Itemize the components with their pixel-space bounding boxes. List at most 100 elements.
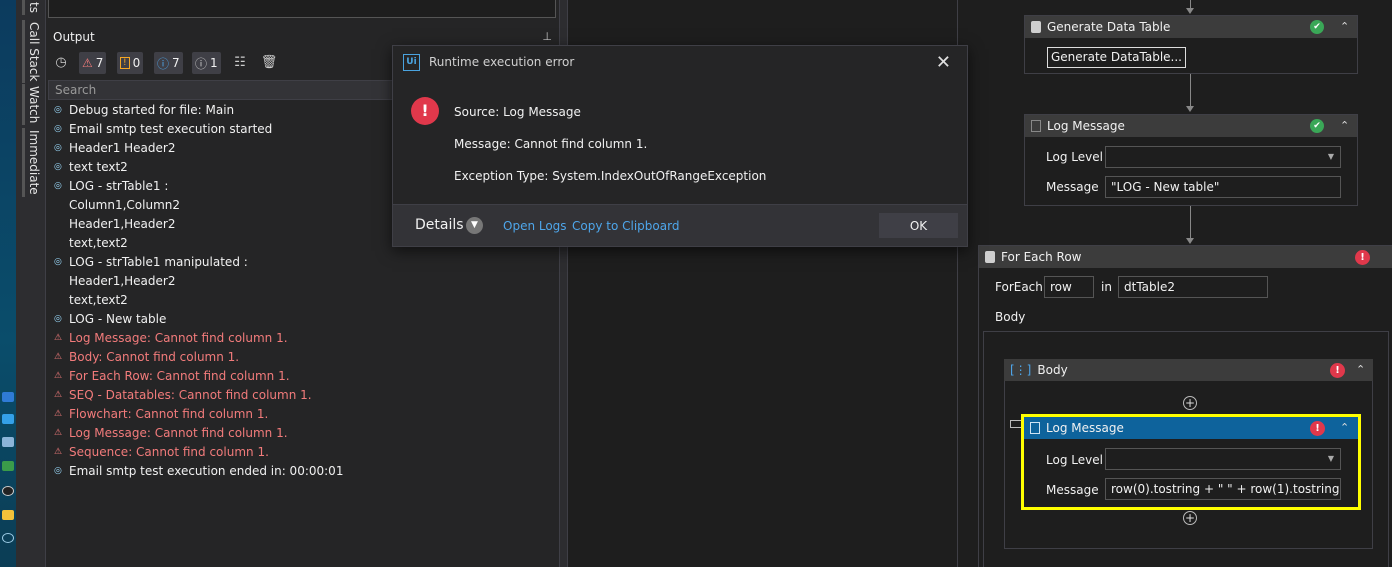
log-line[interactable]: ⚠ For Each Row: Cannot find column 1. <box>46 367 560 386</box>
log-text: Body: Cannot find column 1. <box>69 350 240 364</box>
copy-to-clipboard-link[interactable]: Copy to Clipboard <box>572 219 679 233</box>
log-message-activity[interactable]: Log Message ✔ ⌃ Log Level ▼ Message "LOG… <box>1024 114 1358 206</box>
message-label: Message <box>1046 483 1099 497</box>
dialog-footer: Details ▼ Open Logs Copy to Clipboard OK <box>393 204 967 246</box>
log-text: Debug started for file: Main <box>69 103 235 117</box>
log-line[interactable]: ⚠ Flowchart: Cannot find column 1. <box>46 405 560 424</box>
wifi-icon <box>2 533 14 543</box>
ok-button[interactable]: OK <box>879 213 958 238</box>
tab-immediate[interactable]: Immediate <box>22 128 41 197</box>
tab-watch[interactable]: Watch <box>22 84 41 126</box>
output-header: Output ⊥ <box>46 27 560 47</box>
filter-list-icon[interactable]: ☷ <box>231 54 249 72</box>
message-input[interactable]: row(0).tostring + " " + row(1).tostring <box>1105 478 1341 500</box>
log-text: Header1,Header2 <box>69 217 176 231</box>
log-text: Sequence: Cannot find column 1. <box>69 445 269 459</box>
activity-header[interactable]: [⋮] Body ! ⌃ <box>1004 359 1373 381</box>
taskbar-app-icon[interactable] <box>2 486 14 496</box>
log-text: For Each Row: Cannot find column 1. <box>69 369 290 383</box>
clock-icon[interactable]: ◷ <box>52 54 70 72</box>
activity-header[interactable]: For Each Row ! <box>979 246 1392 268</box>
log-line[interactable]: text,text2 <box>46 291 560 310</box>
taskbar-app-icon[interactable] <box>2 461 14 471</box>
collapse-chevron-icon[interactable]: ⌃ <box>1340 119 1349 132</box>
taskbar-app-icon[interactable] <box>2 414 14 424</box>
activity-title: Body <box>1037 363 1068 377</box>
errors-filter-button[interactable]: ⚠ 7 <box>79 52 107 74</box>
trace-count: 1 <box>210 56 218 70</box>
collapse-chevron-icon[interactable]: ⌃ <box>1340 20 1349 33</box>
error-alert-icon: ! <box>411 97 439 125</box>
upper-panel-frame <box>48 0 556 18</box>
log-line[interactable]: ⚠ Body: Cannot find column 1. <box>46 348 560 367</box>
connector-arrow <box>1186 106 1194 112</box>
pin-icon[interactable]: ⊥ <box>542 27 552 47</box>
info-count: 7 <box>172 56 180 70</box>
log-line[interactable]: ⚠ Log Message: Cannot find column 1. <box>46 424 560 443</box>
log-message-activity-selected[interactable]: Log Message ! ⌃ Log Level ▼ Message row(… <box>1021 414 1361 510</box>
log-line[interactable]: ◎ Email smtp test execution ended in: 00:… <box>46 462 560 481</box>
warnings-filter-button[interactable]: ! 0 <box>117 52 144 74</box>
connector-arrow <box>1186 238 1194 244</box>
log-level-dropdown[interactable]: ▼ <box>1105 146 1341 168</box>
output-title: Output <box>53 30 95 44</box>
log-level-dropdown[interactable]: ▼ <box>1105 448 1341 470</box>
message-input[interactable]: "LOG - New table" <box>1105 176 1341 198</box>
error-triangle-icon: ⚠ <box>54 352 63 362</box>
activity-header[interactable]: Generate Data Table ✔ ⌃ <box>1025 16 1357 38</box>
activity-header[interactable]: Log Message ✔ ⌃ <box>1025 115 1357 137</box>
taskbar-app-icon[interactable] <box>2 392 14 402</box>
log-icon <box>1030 422 1040 434</box>
trace-icon: ⓘ <box>195 56 208 71</box>
sequence-icon: [⋮] <box>1010 363 1032 377</box>
add-activity-icon[interactable]: + <box>1183 511 1197 525</box>
info-circle-icon: ◎ <box>54 257 62 267</box>
foreach-label: ForEach <box>995 280 1043 294</box>
details-label[interactable]: Details <box>415 217 464 233</box>
chevron-down-icon[interactable]: ▼ <box>466 217 483 234</box>
error-alert-icon: ! <box>1355 250 1370 265</box>
info-circle-icon: ◎ <box>54 181 62 191</box>
generate-datatable-button[interactable]: Generate DataTable... <box>1047 47 1186 68</box>
workflow-designer: Generate Data Table ✔ ⌃ Generate DataTab… <box>958 0 1392 567</box>
uipath-logo-icon: Ui <box>403 53 420 71</box>
tab-call-stack[interactable]: Call Stack <box>22 20 41 84</box>
error-triangle-icon: ⚠ <box>54 447 63 457</box>
generate-data-table-activity[interactable]: Generate Data Table ✔ ⌃ Generate DataTab… <box>1024 15 1358 74</box>
open-logs-link[interactable]: Open Logs <box>503 219 567 233</box>
info-icon: ⓘ <box>157 56 170 71</box>
trash-icon[interactable]: 🗑 <box>260 54 278 72</box>
collapse-chevron-icon[interactable]: ⌃ <box>1340 421 1349 434</box>
collapse-chevron-icon[interactable]: ⌃ <box>1356 363 1365 376</box>
add-activity-icon[interactable]: + <box>1183 396 1197 410</box>
connector-line <box>1190 74 1191 108</box>
tab-ts[interactable]: ts <box>22 0 41 15</box>
info-filter-button[interactable]: ⓘ 7 <box>154 52 183 74</box>
log-line[interactable]: ⚠ Log Message: Cannot find column 1. <box>46 329 560 348</box>
log-line[interactable]: ⚠ Sequence: Cannot find column 1. <box>46 443 560 462</box>
trace-filter-button[interactable]: ⓘ 1 <box>192 52 221 74</box>
foreach-variable-input[interactable]: row <box>1044 276 1094 298</box>
log-text: Flowchart: Cannot find column 1. <box>69 407 269 421</box>
activity-title: Log Message <box>1046 421 1124 435</box>
close-icon[interactable]: ✕ <box>936 52 951 73</box>
collection-input[interactable]: dtTable2 <box>1118 276 1268 298</box>
log-text: text,text2 <box>69 236 128 250</box>
log-line[interactable]: ◎ LOG - New table <box>46 310 560 329</box>
activity-header[interactable]: Log Message ! ⌃ <box>1024 417 1358 439</box>
log-text: LOG - strTable1 : <box>69 179 169 193</box>
success-check-icon: ✔ <box>1310 119 1324 133</box>
error-alert-icon: ! <box>1330 363 1345 378</box>
success-check-icon: ✔ <box>1310 20 1324 34</box>
log-line[interactable]: ◎ LOG - strTable1 manipulated : <box>46 253 560 272</box>
log-line[interactable]: Header1,Header2 <box>46 272 560 291</box>
taskbar-app-icon[interactable] <box>2 510 14 520</box>
log-text: Email smtp test execution started <box>69 122 273 136</box>
taskbar-app-icon[interactable] <box>2 437 14 447</box>
log-icon <box>1031 120 1041 132</box>
error-triangle-icon: ⚠ <box>54 409 63 419</box>
log-line[interactable]: ⚠ SEQ - Datatables: Cannot find column 1. <box>46 386 560 405</box>
connector-line <box>1190 206 1191 240</box>
warning-icon: ! <box>120 57 130 69</box>
body-label: Body <box>995 310 1026 324</box>
